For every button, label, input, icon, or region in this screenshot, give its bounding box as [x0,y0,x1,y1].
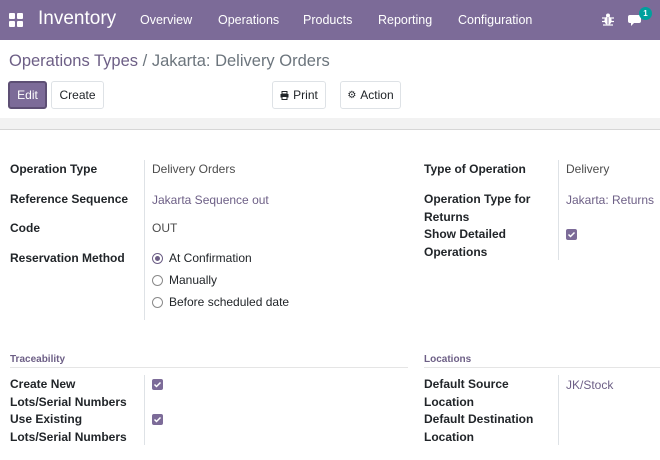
use-existing-label-line2: Lots/Serial Numbers [10,429,127,444]
traceability-group-title: Traceability [10,354,66,365]
create-new-label-line2: Lots/Serial Numbers [10,394,127,409]
apps-grid-icon[interactable] [9,13,23,27]
field-divider [558,160,559,260]
default-source-label-line2: Location [424,394,474,409]
default-destination-location-label: Default Destination Location [424,411,533,446]
menu-operations[interactable]: Operations [218,13,279,27]
operation-type-value: Delivery Orders [152,162,236,176]
bug-icon[interactable] [601,12,615,26]
reservation-method-label: Reservation Method [10,251,125,265]
code-value: OUT [152,221,178,235]
breadcrumb-separator: / [142,52,148,70]
app-name[interactable]: Inventory [38,8,116,30]
checkmark-icon [567,231,576,238]
radio-manually[interactable]: Manually [152,273,217,287]
field-divider [144,160,145,320]
create-button[interactable]: Create [51,81,104,109]
field-divider [144,375,145,445]
breadcrumb-current: Jakarta: Delivery Orders [151,52,330,70]
checkmark-icon [153,381,162,388]
radio-label: At Confirmation [169,251,252,265]
show-detailed-label-line2: Operations [424,244,488,259]
use-existing-lots-checkbox[interactable] [152,414,163,425]
return-type-link[interactable]: Jakarta: Returns [566,192,654,209]
operation-type-label: Operation Type [10,162,98,176]
radio-label: Manually [169,273,218,287]
default-source-location-label: Default Source Location [424,376,509,411]
print-icon [280,90,289,100]
menu-products[interactable]: Products [303,13,352,27]
use-existing-lots-label: Use Existing Lots/Serial Numbers [10,411,127,446]
notification-badge: 1 [639,7,652,20]
menu-overview[interactable]: Overview [140,13,192,27]
breadcrumb-parent-link[interactable]: Operations Types [9,52,138,70]
create-new-lots-checkbox[interactable] [152,379,163,390]
print-button[interactable]: Print [272,81,326,109]
menu-reporting[interactable]: Reporting [378,13,432,27]
radio-button[interactable] [152,296,163,308]
radio-button-checked[interactable] [152,252,163,264]
radio-before-scheduled-date[interactable]: Before scheduled date [152,295,289,309]
action-button[interactable]: ⚙ Action [340,81,401,109]
print-button-label: Print [293,88,318,102]
code-label: Code [10,221,40,235]
edit-button[interactable]: Edit [8,81,47,109]
return-type-label: Operation Type for Returns [424,191,530,226]
reference-sequence-link[interactable]: Jakarta Sequence out [152,192,269,209]
radio-button[interactable] [152,274,163,286]
group-separator [10,367,408,368]
radio-at-confirmation[interactable]: At Confirmation [152,251,252,265]
edit-button-label: Edit [17,88,38,102]
action-button-label: Action [360,88,394,102]
field-divider [558,375,559,445]
reference-sequence-label: Reference Sequence [10,192,129,206]
default-destination-label-line2: Location [424,429,474,444]
breadcrumb: Operations Types / Jakarta: Delivery Ord… [9,52,330,71]
show-detailed-label-line1: Show Detailed [424,227,507,241]
use-existing-label-line1: Use Existing [10,412,83,426]
radio-label: Before scheduled date [169,295,290,309]
locations-group-title: Locations [424,354,472,365]
create-button-label: Create [59,88,96,102]
show-detailed-operations-label: Show Detailed Operations [424,226,506,261]
menu-configuration[interactable]: Configuration [458,13,532,27]
top-navbar: Inventory Overview Operations Products R… [0,0,660,40]
return-type-label-line2: Returns [424,209,470,224]
type-of-operation-label: Type of Operation [424,162,526,176]
return-type-label-line1: Operation Type for [424,192,531,206]
show-detailed-operations-checkbox[interactable] [566,229,577,240]
checkmark-icon [153,416,162,423]
group-separator [424,367,660,368]
default-destination-label-line1: Default Destination [424,412,534,426]
gear-icon: ⚙ [347,89,357,101]
create-new-label-line1: Create New [10,377,76,391]
type-of-operation-value: Delivery [566,162,610,176]
create-new-lots-label: Create New Lots/Serial Numbers [10,376,127,411]
default-source-label-line1: Default Source [424,377,509,391]
default-source-location-link[interactable]: JK/Stock [566,377,613,394]
form-sheet-background [0,118,660,130]
